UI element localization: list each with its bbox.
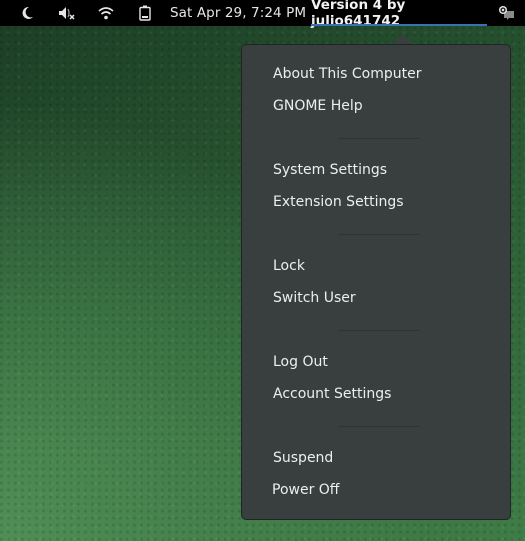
- wifi-icon[interactable]: [98, 0, 114, 26]
- active-indicator: [311, 24, 487, 26]
- menu-item-suspend[interactable]: Suspend: [273, 446, 333, 470]
- menu-item-account-settings[interactable]: Account Settings: [273, 382, 391, 406]
- clock[interactable]: Sat Apr 29, 7:24 PM: [170, 0, 306, 26]
- menu-separator: [338, 330, 420, 331]
- menu-item-log-out[interactable]: Log Out: [273, 350, 328, 374]
- user-menu-popup: About This Computer GNOME Help System Se…: [241, 44, 511, 520]
- menu-item-about-this-computer[interactable]: About This Computer: [273, 62, 422, 86]
- night-light-icon[interactable]: [20, 0, 34, 26]
- menu-item-gnome-help[interactable]: GNOME Help: [273, 94, 363, 118]
- chat-status-icon[interactable]: [498, 0, 516, 26]
- menu-item-system-settings[interactable]: System Settings: [273, 158, 387, 182]
- top-bar: Sat Apr 29, 7:24 PM Version 4 by julio64…: [0, 0, 525, 29]
- menu-item-extension-settings[interactable]: Extension Settings: [273, 190, 404, 214]
- menu-item-switch-user[interactable]: Switch User: [273, 286, 356, 310]
- menu-item-power-off[interactable]: Power Off: [272, 478, 339, 502]
- volume-muted-icon[interactable]: [58, 0, 76, 26]
- menu-item-lock[interactable]: Lock: [273, 254, 305, 278]
- menu-pointer-arrow: [392, 34, 412, 44]
- menu-separator: [338, 138, 420, 139]
- menu-separator: [338, 426, 420, 427]
- user-menu-button[interactable]: Version 4 by julio641742: [311, 0, 487, 29]
- battery-icon[interactable]: [139, 0, 151, 26]
- menu-separator: [338, 234, 420, 235]
